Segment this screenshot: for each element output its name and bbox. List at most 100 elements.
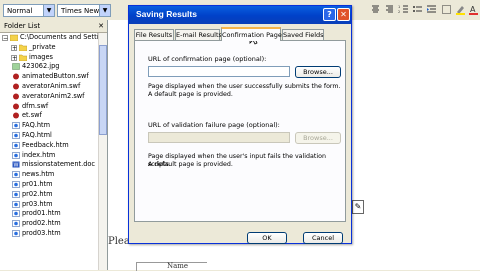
expand-icon[interactable]: + [11, 54, 17, 61]
browse-button[interactable]: Browse... [295, 66, 341, 78]
browse-validation-button[interactable]: Browse... [295, 132, 341, 144]
folder-tree-item[interactable]: index.htm [0, 151, 98, 161]
html-file-icon [12, 171, 20, 178]
folder-tree-item-label: pr03.htm [22, 199, 53, 208]
indent-icon[interactable] [426, 4, 437, 15]
folder-tree-item[interactable]: pr02.htm [0, 190, 98, 200]
folder-tree-item[interactable]: 423062.jpg [0, 62, 98, 72]
folder-tree-item-label: FAQ.html [22, 130, 52, 139]
border-icon[interactable] [441, 4, 452, 15]
bullets-icon[interactable] [412, 4, 423, 15]
folder-tree-item-label: images [29, 52, 53, 61]
svg-text:W: W [14, 163, 19, 169]
folder-tree-item[interactable]: prod03.htm [0, 229, 98, 239]
folder-tree-item[interactable]: − C:\Documents and Setting [0, 33, 98, 43]
close-button[interactable]: ✕ [337, 8, 350, 21]
folder-tree-item-label: et.swf [22, 111, 42, 120]
word-doc-icon: W [12, 161, 20, 169]
folder-tree-item-label: dfm.swf [22, 101, 49, 110]
folder-tree-item-label: C:\Documents and Setting [20, 33, 98, 41]
collapse-icon[interactable]: − [2, 35, 8, 42]
html-file-icon [12, 230, 20, 237]
folder-tree: −C:\Documents and Setting+_private+image… [0, 33, 98, 239]
folder-tree-item-label: _private [29, 42, 56, 51]
ok-button[interactable]: OK [247, 232, 287, 244]
validation-url-input[interactable] [148, 132, 290, 143]
folder-tree-item[interactable]: Feedback.htm [0, 141, 98, 151]
align-center-icon[interactable] [370, 4, 381, 15]
folder-list-header: Folder List ✕ [0, 20, 107, 33]
folder-icon [18, 44, 28, 52]
html-file-icon [12, 151, 20, 159]
font-select[interactable]: Times New Roman ▼ [57, 4, 111, 28]
folder-tree-item-label: 423062.jpg [22, 62, 60, 71]
tab-file-results[interactable]: File Results [134, 29, 174, 40]
folder-tree-item-label: pr01.htm [22, 179, 53, 188]
scrollbar-thumb[interactable] [99, 45, 107, 135]
folder-icon [18, 54, 28, 61]
style-select[interactable]: Normal ▼ [3, 4, 55, 17]
folder-list-panel: Folder List ✕ −C:\Documents and Setting+… [0, 20, 108, 270]
help-button[interactable]: ? [323, 8, 336, 21]
html-file-icon [12, 220, 20, 227]
html-file-icon [12, 122, 20, 129]
folder-tree-item[interactable]: FAQ.htm [0, 121, 98, 131]
folder-list-scrollbar[interactable] [98, 33, 107, 270]
dialog-titlebar[interactable]: Saving Results ? ✕ [129, 6, 351, 24]
folder-tree-item[interactable]: pr03.htm [0, 200, 98, 210]
tab-saved-fields[interactable]: Saved Fields [282, 29, 324, 40]
validation-desc-line2: A default page is provided. [148, 161, 233, 168]
chevron-down-icon: ▼ [43, 5, 54, 16]
folder-tree-item-label: prod03.htm [22, 228, 61, 237]
font-color-icon[interactable]: A [468, 4, 479, 15]
pencil-icon[interactable]: ✎ [352, 200, 364, 214]
folder-tree-item-label: index.htm [22, 150, 56, 159]
flash-file-icon [12, 103, 20, 110]
flash-file-icon [12, 83, 20, 90]
confirmation-url-input[interactable] [148, 66, 290, 77]
confirmation-desc-line1: Page displayed when the user successfull… [148, 83, 341, 90]
folder-tree-item-label: FAQ.htm [22, 121, 51, 130]
validation-url-label: URL of validation failure page (optional… [148, 121, 280, 129]
cancel-button[interactable]: Cancel [303, 232, 343, 244]
folder-tree-item[interactable]: dfm.swf [0, 102, 98, 112]
folder-tree-item[interactable]: + images [0, 53, 98, 63]
folder-tree-item[interactable]: prod02.htm [0, 219, 98, 229]
folder-tree-item[interactable]: FAQ.html [0, 131, 98, 141]
folder-tree-item-label: averatorAnim2.swf [22, 91, 85, 100]
folder-tree-item-label: averatorAnim.swf [22, 81, 81, 90]
folder-list-title: Folder List [4, 22, 41, 30]
folder-tree-item[interactable]: animatedButton.swf [0, 72, 98, 82]
folder-tree-item-label: prod02.htm [22, 219, 61, 228]
flash-file-icon [12, 73, 20, 80]
folder-tree-item[interactable]: news.htm [0, 170, 98, 180]
folder-tree-item-label: Feedback.htm [22, 140, 69, 149]
please-text: Plea [108, 236, 130, 247]
tab-email-results[interactable]: E-mail Results [175, 29, 222, 40]
align-right-icon[interactable] [384, 4, 395, 15]
folder-tree-item[interactable]: prod01.htm [0, 209, 98, 219]
folder-tree-item-label: animatedButton.swf [22, 72, 89, 81]
folder-tree-item[interactable]: Wmissionstatement.doc [0, 160, 98, 170]
html-file-icon [12, 141, 20, 149]
dialog-title: Saving Results [136, 9, 197, 19]
html-file-icon [12, 210, 20, 218]
folder-tree-item[interactable]: averatorAnim.swf [0, 82, 98, 92]
folder-tree-item[interactable]: et.swf [0, 111, 98, 121]
tab-confirmation-page[interactable]: Confirmation Page [221, 27, 282, 41]
html-file-icon [12, 190, 20, 198]
document-right-area[interactable]: ✎ [346, 20, 480, 270]
saving-results-dialog: Saving Results ? ✕ File Results E-mail R… [128, 5, 352, 244]
chevron-down-icon: ▼ [99, 5, 110, 16]
confirmation-url-label: URL of confirmation page (optional): [148, 55, 267, 63]
confirmation-desc-line2: A default page is provided. [148, 91, 233, 98]
expand-icon[interactable]: + [11, 44, 17, 51]
folder-tree-item[interactable]: + _private [0, 43, 98, 53]
close-icon[interactable]: ✕ [98, 20, 104, 32]
folder-tree-item-label: news.htm [22, 170, 55, 179]
highlight-icon[interactable] [455, 4, 466, 15]
folder-tree-item[interactable]: pr01.htm [0, 180, 98, 190]
svg-text:2: 2 [398, 10, 400, 14]
folder-tree-item[interactable]: averatorAnim2.swf [0, 92, 98, 102]
numbering-icon[interactable]: 12 [398, 4, 409, 15]
